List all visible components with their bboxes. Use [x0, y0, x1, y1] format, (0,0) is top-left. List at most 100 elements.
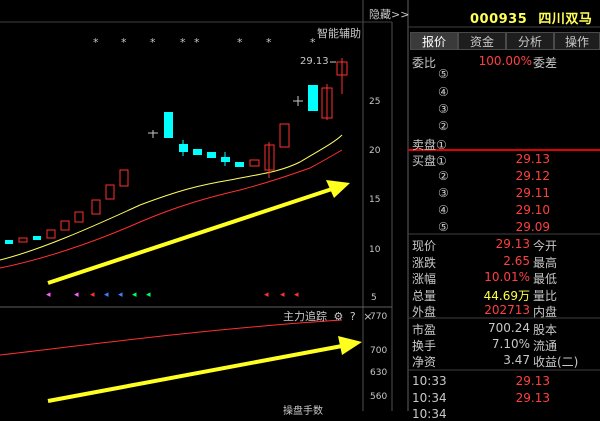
- tab-funds[interactable]: 资金: [458, 32, 506, 50]
- candle: [179, 144, 188, 152]
- fund-label-2: 收益(二): [533, 355, 579, 369]
- candle: [279, 123, 290, 148]
- candle: [249, 159, 260, 167]
- tab-analysis[interactable]: 分析: [506, 32, 554, 50]
- tick-time: 10:34: [412, 391, 447, 405]
- trend-arrow-lower: [47, 336, 362, 403]
- tick-time: 10:34: [412, 407, 447, 421]
- candle: [119, 169, 129, 187]
- fund-label-2: 股本: [533, 323, 558, 337]
- indicator-axis-tick: 700: [370, 346, 388, 356]
- smart-assist-button[interactable]: 智能辅助: [317, 25, 361, 41]
- quote-value: 2.65: [503, 254, 530, 268]
- indicator-axis-tick: 560: [370, 392, 388, 402]
- candle: [164, 112, 173, 138]
- tab-operation[interactable]: 操作: [554, 32, 600, 50]
- buy-level-1-label: 买盘①: [412, 154, 447, 168]
- signal-flags: ◂ ◂ ◂ ◂ ◂ ◂ ◂ ◂ ◂ ◂: [46, 290, 299, 300]
- price-axis-tick: 25: [369, 97, 381, 107]
- candle: [193, 149, 202, 155]
- stock-name: 四川双马: [538, 12, 593, 27]
- price-axis-tick: 15: [369, 195, 381, 205]
- buy-level-3-label: ③: [438, 186, 449, 200]
- candle: [74, 211, 84, 223]
- buy-level-4-label: ④: [438, 203, 449, 217]
- candle: [33, 236, 41, 240]
- weicha-label: 委差: [533, 56, 558, 70]
- star-marker: *: [150, 36, 156, 49]
- quote-label: 涨跌: [412, 256, 437, 270]
- svg-text:◂: ◂: [132, 290, 137, 300]
- tick-time: 10:33: [412, 374, 447, 388]
- svg-text:◂: ◂: [264, 290, 269, 300]
- quote-label-2: 最低: [533, 272, 558, 286]
- svg-text:◂: ◂: [280, 290, 285, 300]
- indicator-axis-tick: 770: [370, 312, 388, 322]
- tracker-line: [0, 319, 343, 356]
- price-label: 29.13: [300, 56, 329, 67]
- tab-quote[interactable]: 报价: [410, 32, 458, 50]
- indicator-axis-tick: 630: [370, 368, 388, 378]
- sell-level-5: ⑤: [438, 67, 449, 81]
- fund-value: 3.47: [503, 353, 530, 367]
- quote-label-2: 内盘: [533, 305, 558, 319]
- fund-value: 700.24: [488, 321, 530, 335]
- svg-text:◂: ◂: [90, 290, 95, 300]
- indicator-title[interactable]: 主力追踪: [283, 310, 327, 323]
- ma-line-red: [0, 149, 343, 269]
- hide-panel-button[interactable]: 隐藏>>: [369, 6, 409, 22]
- candle: [207, 152, 216, 158]
- fund-value: 7.10%: [491, 337, 530, 351]
- star-marker: *: [310, 36, 316, 49]
- indicator-header: 主力追踪 ⚙ ? ×: [283, 308, 372, 324]
- candle: [308, 85, 318, 111]
- svg-text:◂: ◂: [146, 290, 151, 300]
- help-icon[interactable]: ?: [350, 310, 356, 323]
- candle: [91, 199, 101, 215]
- buy-level-4-price[interactable]: 29.10: [500, 203, 550, 217]
- quote-label-2: 最高: [533, 256, 558, 270]
- fund-label-2: 流通: [533, 339, 558, 353]
- sell-level-3: ③: [438, 102, 449, 116]
- quote-tabs: 报价 资金 分析 操作: [410, 32, 600, 51]
- buy-level-1-price[interactable]: 29.13: [500, 152, 550, 166]
- svg-text:◂: ◂: [118, 290, 123, 300]
- gear-icon[interactable]: ⚙: [334, 310, 344, 323]
- buy-level-5-price[interactable]: 29.09: [500, 220, 550, 234]
- svg-text:◂: ◂: [104, 290, 109, 300]
- candle: [18, 237, 28, 243]
- quote-value: 29.13: [495, 237, 530, 251]
- buy-level-3-price[interactable]: 29.11: [500, 186, 550, 200]
- tick-price: 29.13: [515, 391, 550, 405]
- tick-price: 29.13: [515, 374, 550, 388]
- buy-level-2-price[interactable]: 29.12: [500, 169, 550, 183]
- price-axis-tick: 20: [369, 146, 381, 156]
- star-marker: *: [237, 36, 243, 49]
- candle: [5, 240, 13, 244]
- buy-level-2-label: ②: [438, 169, 449, 183]
- candle: [105, 184, 115, 200]
- star-marker: *: [194, 36, 200, 49]
- weibi-label: 委比: [412, 56, 437, 70]
- star-marker: *: [266, 36, 272, 49]
- sell-level-1: 卖盘①: [412, 138, 447, 152]
- svg-text:◂: ◂: [74, 290, 79, 300]
- quote-label-2: 量比: [533, 289, 558, 303]
- sell-level-4: ④: [438, 85, 449, 99]
- quote-value: 44.69万: [483, 289, 530, 303]
- fund-label: 换手: [412, 339, 437, 353]
- quote-label: 总量: [412, 289, 437, 303]
- price-axis-tick: 10: [369, 245, 381, 255]
- quote-label: 涨幅: [412, 272, 437, 286]
- svg-text:◂: ◂: [294, 290, 299, 300]
- quote-value: 10.01%: [484, 270, 530, 284]
- quote-label: 外盘: [412, 305, 437, 319]
- quote-label-2: 今开: [533, 239, 558, 253]
- bottom-indicator-label: 操盘手数: [283, 406, 323, 417]
- stock-code: 000935: [470, 12, 528, 27]
- candle: [221, 157, 230, 162]
- star-marker: *: [121, 36, 127, 49]
- weibi-value: 100.00%: [478, 54, 532, 68]
- star-marker: *: [93, 36, 99, 49]
- svg-text:◂: ◂: [46, 290, 51, 300]
